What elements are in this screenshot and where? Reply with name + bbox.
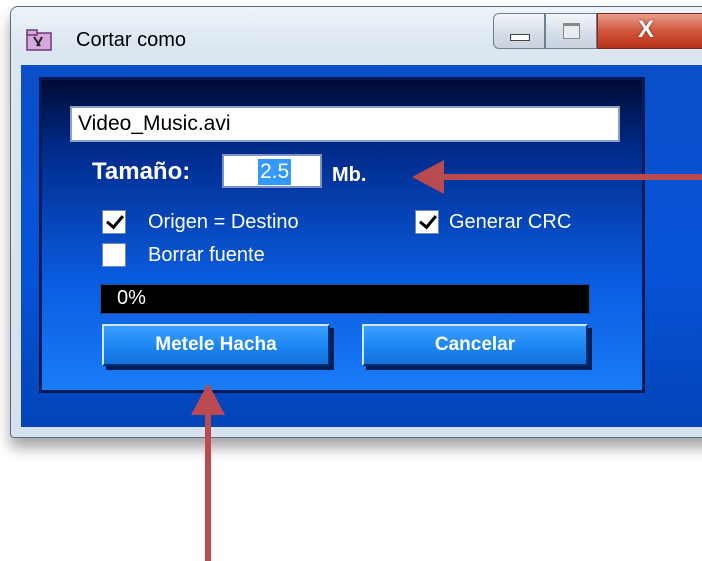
size-annotation-arrow-icon [412, 160, 702, 194]
annotation-arrows [191, 160, 702, 561]
button-annotation-arrow-icon [191, 383, 225, 561]
